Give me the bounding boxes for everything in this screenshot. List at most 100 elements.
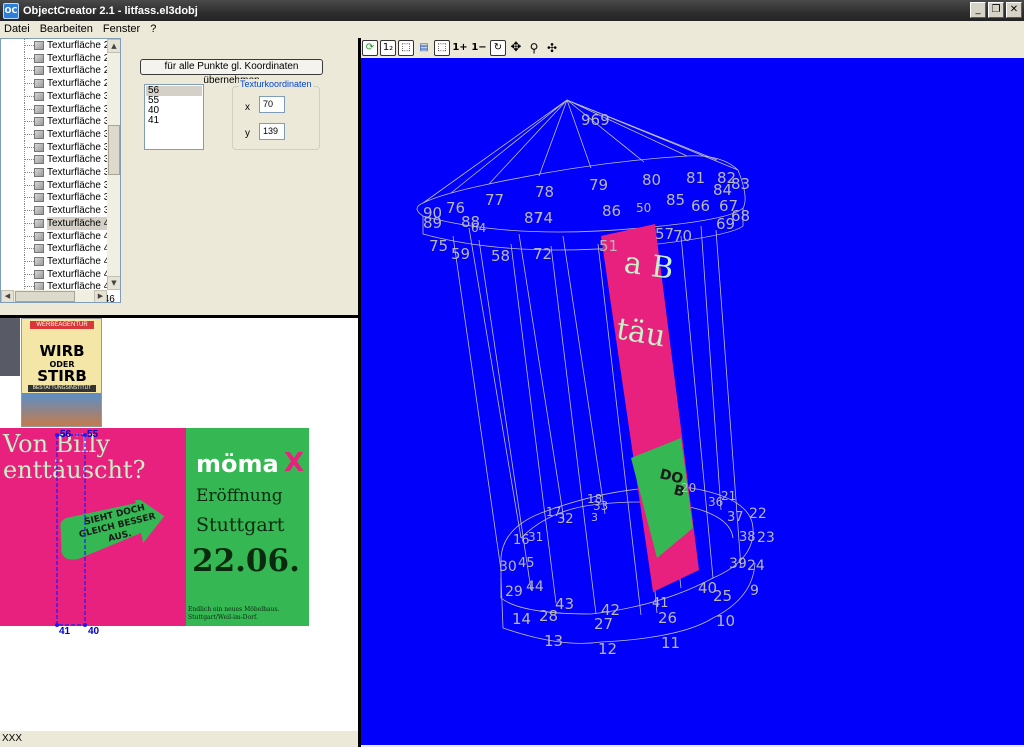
uv-label-40: 40 xyxy=(88,626,100,637)
tree-connector xyxy=(24,286,34,288)
menu-datei[interactable]: Datei xyxy=(0,23,35,35)
uv-vertex-40[interactable] xyxy=(83,623,87,627)
tree-item-label: Texturfläche 35 xyxy=(47,154,115,166)
tree-item[interactable]: Texturfläche 37 xyxy=(1,178,115,192)
vertex-label: 29 xyxy=(505,584,523,600)
vertex-label: 14 xyxy=(512,610,531,628)
uv-label-55: 55 xyxy=(87,429,99,440)
tree-item-label: Texturfläche 37 xyxy=(47,179,115,191)
title-bar[interactable]: OC ObjectCreator 2.1 - litfass.el3dobj _… xyxy=(0,0,1024,21)
add-one-icon[interactable]: 1+ xyxy=(452,40,468,56)
tree-item[interactable]: Texturfläche 42 xyxy=(1,242,115,256)
vertex-label: 85 xyxy=(666,191,685,209)
tree-item-label: Texturfläche 30 xyxy=(47,90,115,102)
remove-one-icon[interactable]: 1− xyxy=(471,40,487,56)
scroll-left-icon[interactable]: ◀ xyxy=(1,290,14,302)
list-item[interactable]: 41 xyxy=(146,116,202,126)
tree-item-label: Texturfläche 26 xyxy=(47,40,115,51)
menu-bar: Datei Bearbeiten Fenster ? xyxy=(0,21,1024,37)
vertex-label: 66 xyxy=(691,197,710,215)
tree-item[interactable]: Texturfläche 32 xyxy=(1,115,115,129)
tree-item[interactable]: Texturfläche 27 xyxy=(1,51,115,65)
tree-item[interactable]: Texturfläche 26 xyxy=(1,39,115,52)
tree-item[interactable]: Texturfläche 30 xyxy=(1,89,115,103)
texture-editor[interactable]: WERBEAGENTUR WIRB ODER STIRB BESTATTUNGS… xyxy=(0,318,358,731)
texture-face-icon xyxy=(34,66,44,76)
vertex-label: 79 xyxy=(589,176,608,194)
tree-item[interactable]: Texturfläche 40 xyxy=(1,216,115,230)
menu-fenster[interactable]: Fenster xyxy=(98,23,145,35)
texture-face-icon xyxy=(34,193,44,203)
vertex-label: 21 xyxy=(721,489,736,503)
texture-book-icon[interactable]: ▤ xyxy=(416,40,432,56)
scroll-thumb[interactable] xyxy=(108,125,120,175)
tree-item[interactable]: Texturfläche 43 xyxy=(1,254,115,268)
close-button[interactable]: ✕ xyxy=(1006,2,1022,18)
y-label: y xyxy=(245,128,250,139)
tree-item[interactable]: Texturfläche 36 xyxy=(1,166,115,179)
menu-help[interactable]: ? xyxy=(145,23,161,35)
y-coordinate-input[interactable]: 139 xyxy=(259,123,285,140)
vertex-label: 10 xyxy=(716,612,735,630)
app-icon: OC xyxy=(3,2,19,19)
object-tree[interactable]: Texturfläche 26 Texturfläche 27 Texturfläc… xyxy=(0,38,121,303)
tree-connector xyxy=(24,121,34,123)
tree-item-label: Texturfläche 42 xyxy=(47,243,115,255)
vertex-label: 13 xyxy=(544,632,563,650)
tree-vertical-scrollbar[interactable]: ▲ ▼ xyxy=(107,39,120,290)
vertex-label: 77 xyxy=(485,191,504,209)
tree-item-label: Texturfläche 34 xyxy=(47,141,115,153)
maximize-button[interactable]: ❐ xyxy=(988,2,1004,18)
tree-connector xyxy=(24,57,34,59)
tree-item[interactable]: Texturfläche 28 xyxy=(1,64,115,78)
move-icon[interactable]: ✥ xyxy=(508,40,524,56)
texture-face-icon xyxy=(34,41,44,50)
tree-connector xyxy=(24,260,34,262)
tree-item-label: Texturfläche 40 xyxy=(47,216,115,230)
rotate-icon[interactable]: ↻ xyxy=(490,40,506,56)
apply-coordinates-button[interactable]: für alle Punkte gl. Koordinaten übernehm… xyxy=(140,59,323,86)
view-12-icon[interactable]: 1₂ xyxy=(380,40,396,56)
scroll-right-icon[interactable]: ▶ xyxy=(94,290,107,302)
tree-item[interactable]: Texturfläche 34 xyxy=(1,140,115,154)
vertex-label: 12 xyxy=(598,640,617,658)
menu-bearbeiten[interactable]: Bearbeiten xyxy=(35,23,98,35)
tree-connector xyxy=(24,248,34,250)
tree-item[interactable]: Texturfläche 35 xyxy=(1,153,115,167)
tree-connector xyxy=(24,197,34,199)
vertex-label: 38 xyxy=(739,530,756,545)
tree-item[interactable]: Texturfläche 31 xyxy=(1,102,115,116)
cube-select-icon[interactable]: ⬚ xyxy=(434,40,450,56)
scroll-thumb[interactable] xyxy=(15,291,75,302)
zoom-icon[interactable]: ⚲ xyxy=(526,40,542,56)
3d-viewport[interactable]: a B täu DO B 969 79 80 81 82 83 84 78 77 76 90 89 88… xyxy=(361,58,1024,745)
scroll-down-icon[interactable]: ▼ xyxy=(107,276,120,290)
tree-item[interactable]: Texturfläche 33 xyxy=(1,127,115,141)
tree-item-label: Texturfläche 41 xyxy=(47,230,115,242)
tree-item[interactable]: Texturfläche 41 xyxy=(1,229,115,243)
tree-item[interactable]: Texturfläche 39 xyxy=(1,204,115,218)
vertex-label: 51 xyxy=(599,237,618,255)
tree-item[interactable]: Texturfläche 29 xyxy=(1,77,115,91)
points-list[interactable]: 56 55 40 41 xyxy=(144,84,204,150)
vertex-label: 78 xyxy=(535,183,554,201)
tree-item[interactable]: Texturfläche 44 xyxy=(1,267,115,281)
vertex-label: 57 xyxy=(655,225,674,243)
texture-scrollbar[interactable]: XXX xyxy=(0,731,358,747)
vertex-label: 28 xyxy=(539,607,558,625)
vertex-label: 64 xyxy=(471,221,486,235)
vertex-label: 44 xyxy=(526,579,544,595)
scroll-up-icon[interactable]: ▲ xyxy=(107,39,120,53)
refresh-icon[interactable]: ⟳ xyxy=(362,40,378,56)
tree-item-label: Texturfläche 38 xyxy=(47,192,115,204)
tree-item[interactable]: Texturfläche 38 xyxy=(1,191,115,205)
tree-connector xyxy=(24,273,34,275)
tree-connector xyxy=(24,70,34,72)
tree-horizontal-scrollbar[interactable]: ◀ ▶ xyxy=(1,290,107,302)
minimize-button[interactable]: _ xyxy=(970,2,986,18)
vertex-label: 22 xyxy=(749,506,767,522)
x-coordinate-input[interactable]: 70 xyxy=(259,96,285,113)
pan-icon[interactable]: ✣ xyxy=(544,40,560,56)
uv-vertex-56[interactable] xyxy=(55,433,59,437)
cube-icon[interactable]: ⬚ xyxy=(398,40,414,56)
